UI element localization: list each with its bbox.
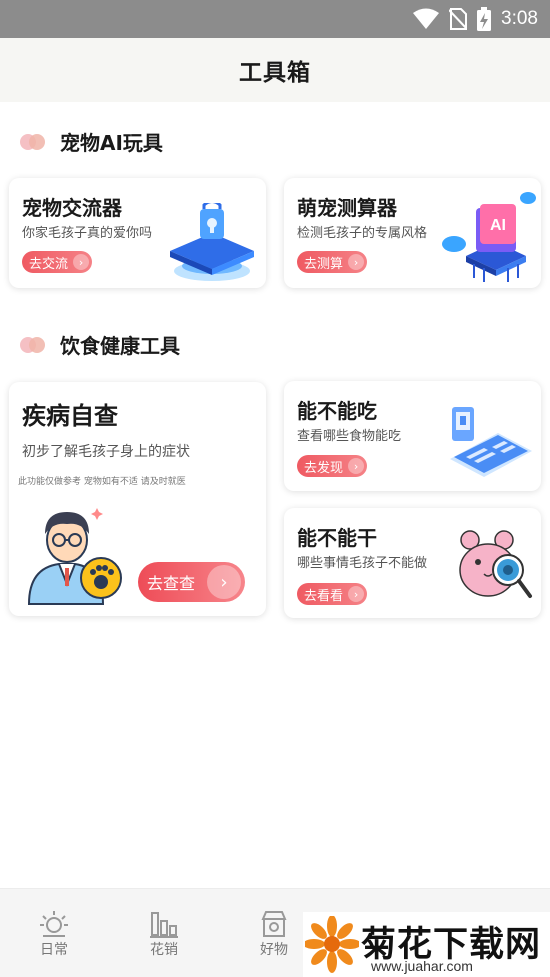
chevron-right-icon: › <box>73 254 90 270</box>
chevron-right-icon: › <box>348 458 365 474</box>
section-label: 宠物AI玩具 <box>60 131 163 155</box>
app-header: 工具箱 <box>0 38 550 102</box>
battery-charging-icon <box>477 7 492 31</box>
wifi-icon <box>413 8 440 29</box>
card-title: 能不能干 <box>297 526 377 550</box>
button-label: 去查查 <box>147 574 196 593</box>
go-chat-button[interactable]: 去交流 › <box>22 251 93 273</box>
food-screen-illustration <box>450 407 532 477</box>
hamster-magnifier-illustration <box>459 530 532 598</box>
card-subtitle: 你家毛孩子真的爱你吗 <box>22 226 153 241</box>
tab-goods[interactable]: 好物 <box>244 909 304 959</box>
go-calculate-button[interactable]: 去测算 › <box>297 251 368 273</box>
ai-badge: AI <box>490 217 506 234</box>
disclaimer-note: 此功能仅做参考 宠物如有不适 请及时就医 <box>18 477 186 487</box>
card-subtitle: 查看哪些食物能吃 <box>297 429 402 444</box>
ai-chip-illustration: AI <box>442 192 536 282</box>
tab-label: 好物 <box>260 942 288 958</box>
card-subtitle: 检测毛孩子的专属风格 <box>297 226 428 241</box>
status-bar: 3:08 <box>0 0 550 38</box>
card-subtitle: 哪些事情毛孩子不能做 <box>297 556 428 571</box>
button-label: 去测算 <box>304 256 344 272</box>
lock-platform-illustration <box>170 203 254 281</box>
tab-label: 日常 <box>40 942 68 958</box>
card-title: 萌宠测算器 <box>297 196 397 220</box>
tab-spending[interactable]: 花销 <box>134 909 194 959</box>
section-health-title: 饮食健康工具 <box>20 330 180 359</box>
section-pet-ai-title: 宠物AI玩具 <box>20 127 163 156</box>
button-label: 去看看 <box>304 588 344 604</box>
clock: 3:08 <box>501 8 538 29</box>
sun-icon <box>40 911 68 937</box>
go-discover-button[interactable]: 去发现 › <box>297 455 368 477</box>
tab-label: 花销 <box>150 942 178 958</box>
go-look-button[interactable]: 去看看 › <box>297 583 368 605</box>
can-do-card[interactable]: 能不能干 哪些事情毛孩子不能做 去看看 › <box>284 508 541 618</box>
card-title: 宠物交流器 <box>22 196 122 220</box>
section-dots-icon <box>20 336 46 353</box>
no-sim-icon <box>449 8 468 30</box>
card-title: 疾病自查 <box>22 402 118 430</box>
shop-icon <box>261 911 287 937</box>
pet-translator-card[interactable]: 宠物交流器 你家毛孩子真的爱你吗 去交流 › <box>9 178 266 288</box>
chevron-right-icon: › <box>207 565 242 599</box>
can-eat-card[interactable]: 能不能吃 查看哪些食物能吃 去发现 › <box>284 381 541 491</box>
watermark-url: www.juahar.com <box>371 958 473 974</box>
button-label: 去交流 <box>29 256 69 272</box>
section-label: 饮食健康工具 <box>60 334 180 358</box>
button-label: 去发现 <box>304 460 344 476</box>
chrysanthemum-logo-icon <box>305 916 359 973</box>
go-check-button[interactable]: 去查查 › <box>138 562 246 602</box>
site-watermark: 菊花下载网 www.juahar.com <box>303 912 550 977</box>
bar-chart-icon <box>150 912 178 938</box>
card-subtitle: 初步了解毛孩子身上的症状 <box>22 444 190 460</box>
page-title: 工具箱 <box>239 60 311 86</box>
section-dots-icon <box>20 133 46 150</box>
tab-daily[interactable]: 日常 <box>24 909 84 959</box>
chevron-right-icon: › <box>348 586 365 602</box>
card-title: 能不能吃 <box>297 399 377 423</box>
chevron-right-icon: › <box>348 254 365 270</box>
disease-check-card[interactable]: 疾病自查 初步了解毛孩子身上的症状 此功能仅做参考 宠物如有不适 请及时就医 去… <box>9 382 266 616</box>
doctor-illustration <box>27 508 122 605</box>
pet-calculator-card[interactable]: 萌宠测算器 检测毛孩子的专属风格 去测算 › AI <box>284 178 541 288</box>
